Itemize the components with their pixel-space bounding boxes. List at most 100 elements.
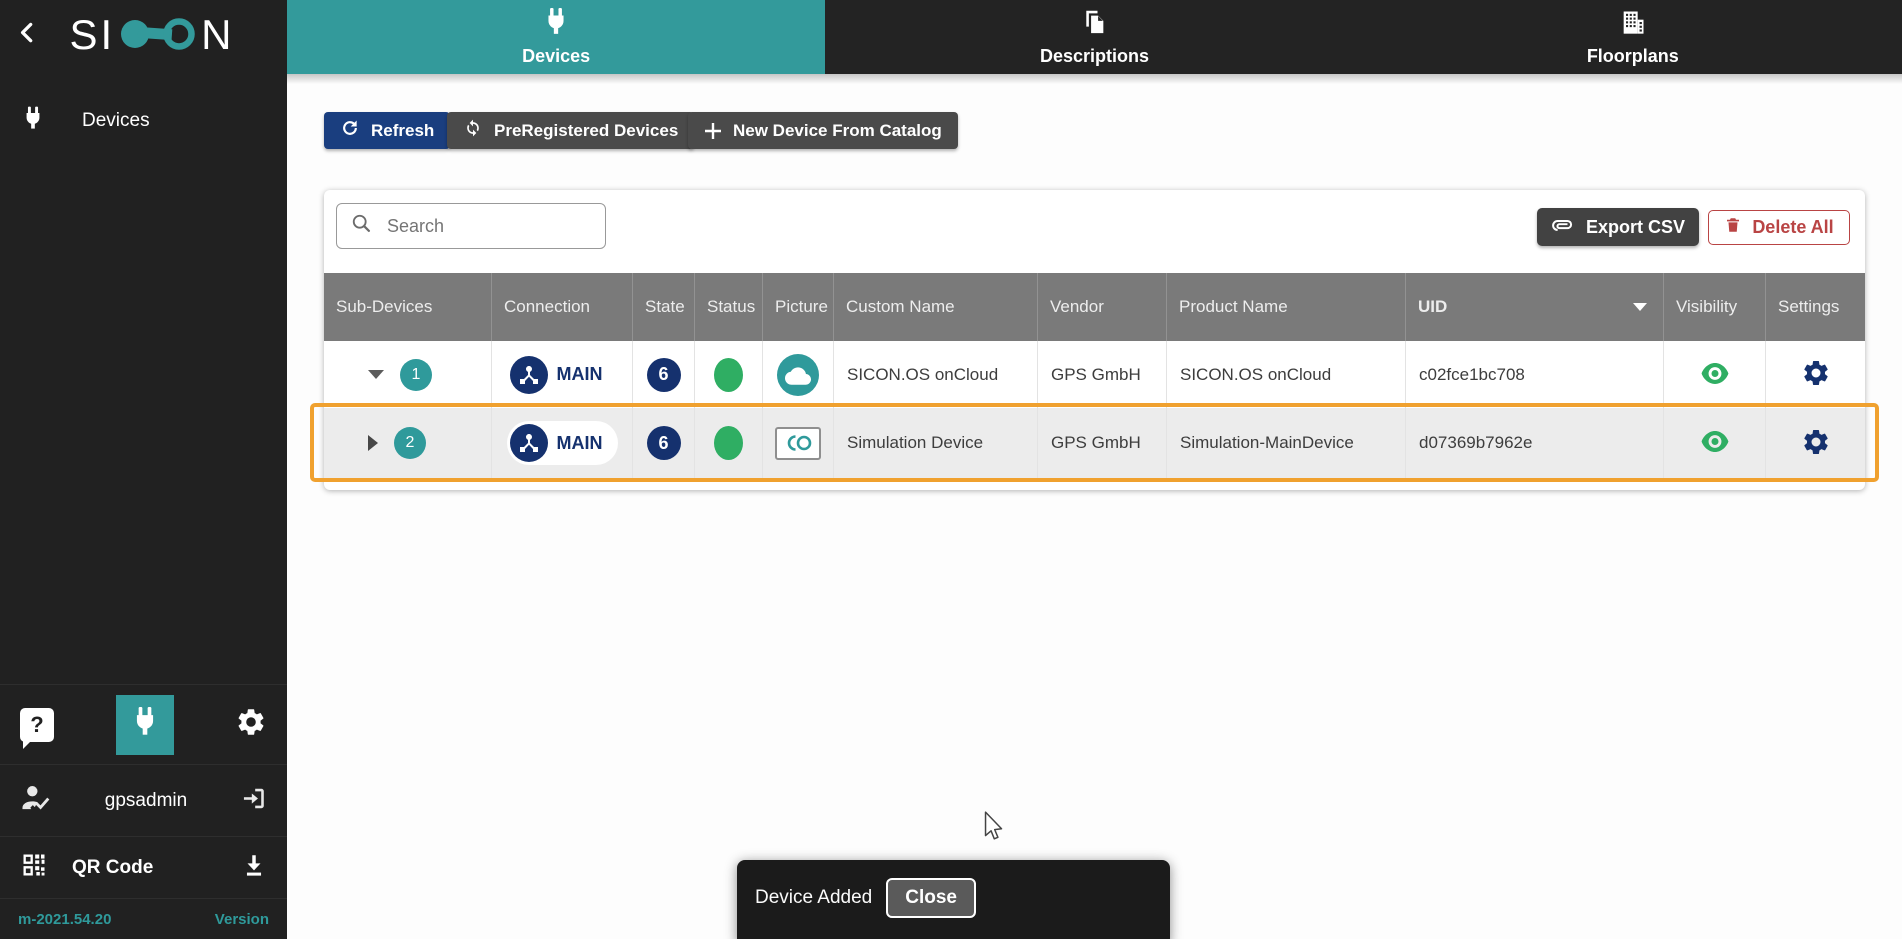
column-header-settings[interactable]: Settings (1766, 273, 1865, 341)
device-hub-icon (510, 424, 548, 462)
visibility-toggle-button[interactable] (1701, 431, 1729, 455)
sub-device-count-badge: 2 (394, 427, 426, 459)
logout-icon (240, 785, 267, 817)
uid-cell: d07369b7962e (1406, 408, 1664, 478)
top-tab-bar: Devices Descriptions (287, 0, 1902, 74)
devices-active-button[interactable] (116, 695, 174, 755)
connection-label: MAIN (557, 364, 603, 385)
settings-cell (1766, 341, 1865, 408)
tab-label: Devices (522, 46, 590, 67)
toast-close-button[interactable]: Close (886, 878, 976, 918)
device-row-sicon-os-oncloud[interactable]: 1 MAIN 6 SICON.OS onCl (324, 341, 1865, 408)
settings-button[interactable] (235, 706, 267, 743)
state-badge: 6 (647, 358, 681, 392)
column-header-visibility[interactable]: Visibility (1664, 273, 1766, 341)
new-device-from-catalog-button[interactable]: New Device From Catalog (688, 112, 958, 149)
documents-icon (1080, 8, 1108, 41)
tab-floorplans[interactable]: Floorplans (1364, 0, 1902, 74)
sidebar: SI N Devices ? (0, 0, 287, 939)
plus-icon (704, 122, 722, 140)
status-cell (695, 341, 763, 408)
state-cell: 6 (633, 408, 695, 478)
column-header-product-name[interactable]: Product Name (1167, 273, 1406, 341)
simulation-device-logo (775, 427, 821, 460)
column-header-uid[interactable]: UID (1406, 273, 1664, 341)
sidebar-user-row: gpsadmin (0, 764, 287, 836)
column-header-picture[interactable]: Picture (763, 273, 834, 341)
status-online-dot (714, 426, 743, 460)
preregistered-devices-button[interactable]: PreRegistered Devices (447, 112, 694, 149)
new-device-label: New Device From Catalog (733, 121, 942, 141)
delete-all-button[interactable]: Delete All (1708, 210, 1850, 245)
download-qr-button[interactable] (241, 852, 267, 883)
device-settings-button[interactable] (1801, 427, 1831, 460)
expand-row-icon[interactable] (368, 435, 378, 451)
qr-code-icon (20, 851, 48, 884)
logout-button[interactable] (240, 785, 267, 817)
gear-icon (1801, 358, 1831, 391)
device-row-simulation-device[interactable]: 2 MAIN 6 (324, 408, 1865, 478)
search-input[interactable] (385, 215, 591, 238)
connection-cell: MAIN (492, 408, 633, 478)
column-header-state[interactable]: State (633, 273, 695, 341)
paperclip-icon (1551, 216, 1575, 239)
device-hub-icon (510, 356, 548, 394)
sidebar-qr-row: QR Code (0, 836, 287, 898)
product-name-cell: SICON.OS onCloud (1167, 341, 1406, 408)
sidebar-item-label: Devices (82, 110, 150, 132)
visibility-toggle-button[interactable] (1701, 363, 1729, 387)
visibility-cell (1664, 341, 1766, 408)
refresh-label: Refresh (371, 121, 434, 141)
plug-icon (131, 707, 159, 742)
status-online-dot (714, 358, 743, 392)
refresh-button[interactable]: Refresh (324, 112, 450, 149)
sidebar-quick-actions: ? (0, 684, 287, 764)
version-number: m-2021.54.20 (18, 911, 111, 928)
device-list-card: Export CSV Delete All Sub-Devices Connec… (324, 190, 1865, 490)
toast-message: Device Added (755, 878, 872, 909)
column-header-status[interactable]: Status (695, 273, 763, 341)
eye-icon (1701, 363, 1729, 387)
picture-cell (763, 341, 834, 408)
collapse-row-icon[interactable] (368, 370, 384, 379)
user-check-icon (20, 784, 52, 817)
question-mark-icon: ? (30, 712, 43, 738)
sidebar-item-devices[interactable]: Devices (0, 98, 287, 144)
column-header-custom-name[interactable]: Custom Name (834, 273, 1038, 341)
custom-name-cell: Simulation Device (834, 408, 1038, 478)
sub-devices-cell: 2 (324, 408, 492, 478)
sub-devices-cell: 1 (324, 341, 492, 408)
collapse-sidebar-button[interactable] (12, 18, 44, 50)
export-csv-label: Export CSV (1586, 217, 1685, 238)
sicon-logo: SI N (52, 8, 252, 62)
username-label: gpsadmin (105, 790, 187, 812)
eye-icon (1701, 431, 1729, 455)
qr-code-label: QR Code (72, 857, 153, 879)
tab-devices[interactable]: Devices (287, 0, 825, 74)
export-csv-button[interactable]: Export CSV (1537, 208, 1699, 246)
download-icon (241, 852, 267, 883)
device-settings-button[interactable] (1801, 358, 1831, 391)
settings-cell (1766, 408, 1865, 478)
help-button[interactable]: ? (20, 708, 54, 742)
version-label: Version (215, 911, 269, 928)
column-header-connection[interactable]: Connection (492, 273, 633, 341)
gear-icon (1801, 427, 1831, 460)
tab-label: Floorplans (1587, 46, 1679, 67)
state-cell: 6 (633, 341, 695, 408)
preregistered-label: PreRegistered Devices (494, 121, 678, 141)
qr-group[interactable]: QR Code (20, 851, 153, 884)
logo-text-left: SI (69, 14, 115, 56)
connection-label: MAIN (557, 433, 603, 454)
vendor-cell: GPS GmbH (1038, 341, 1167, 408)
tab-descriptions[interactable]: Descriptions (825, 0, 1363, 74)
state-badge: 6 (647, 426, 681, 460)
tab-label: Descriptions (1040, 46, 1149, 67)
chevron-left-icon (15, 19, 41, 50)
column-header-vendor[interactable]: Vendor (1038, 273, 1167, 341)
gear-icon (235, 706, 267, 743)
search-box[interactable] (336, 203, 606, 249)
table-header-row: Sub-Devices Connection State Status Pict… (324, 273, 1865, 341)
column-header-sub-devices[interactable]: Sub-Devices (324, 273, 492, 341)
connection-pill: MAIN (507, 353, 618, 397)
